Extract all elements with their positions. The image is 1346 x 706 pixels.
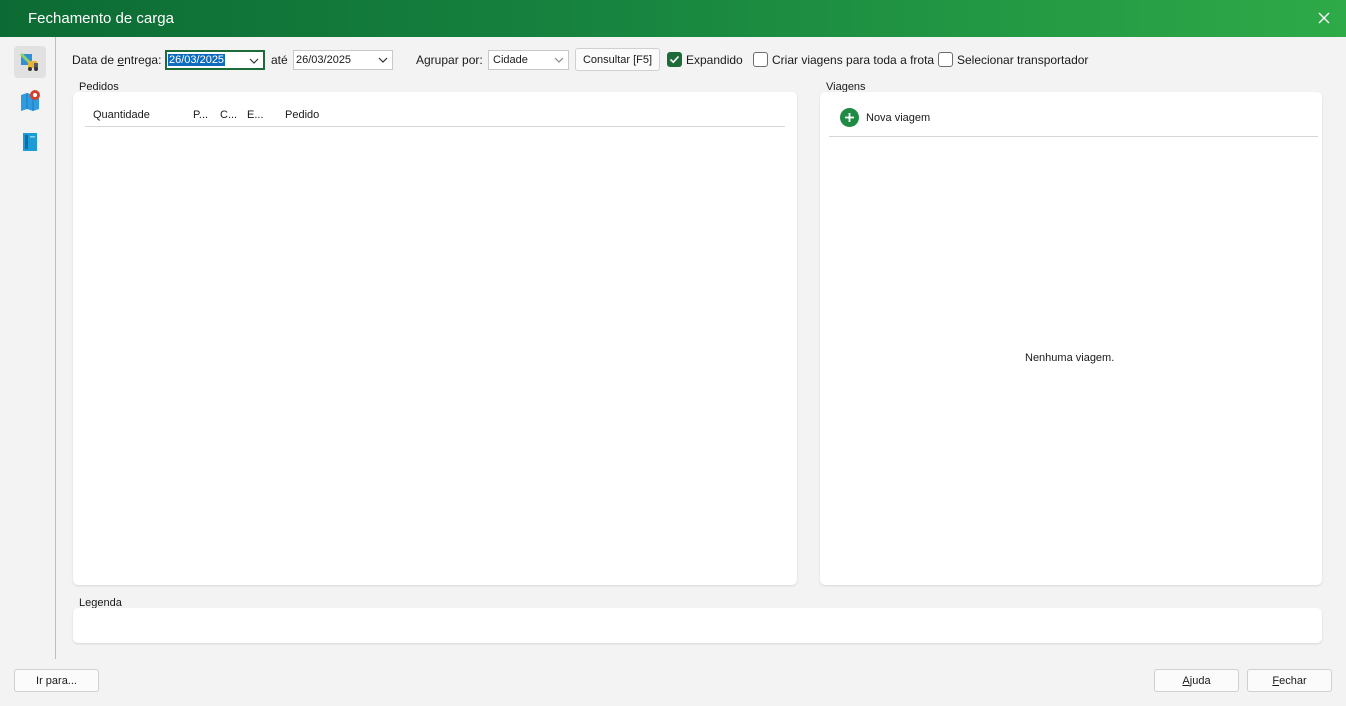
help-button[interactable]: Ajuda [1154, 669, 1239, 692]
fleet-trips-label[interactable]: Criar viagens para toda a frota [772, 53, 934, 67]
window-title: Fechamento de carga [28, 10, 174, 27]
column-header-order[interactable]: Pedido [285, 109, 319, 121]
group-by-select[interactable]: Cidade [488, 50, 569, 70]
close-button[interactable]: Fechar [1247, 669, 1332, 692]
map-pin-icon [21, 90, 40, 111]
trips-panel [820, 92, 1322, 585]
sidebar [0, 37, 56, 659]
select-carrier-label[interactable]: Selecionar transportador [957, 53, 1088, 67]
plus-icon [845, 113, 854, 122]
close-icon [1318, 12, 1330, 24]
expanded-checkbox[interactable] [667, 52, 682, 67]
chevron-down-icon [378, 57, 388, 63]
orders-header-divider [85, 126, 785, 127]
sidebar-item-load-closing[interactable] [14, 46, 46, 78]
expanded-label[interactable]: Expandido [686, 53, 743, 67]
close-window-button[interactable] [1312, 6, 1336, 30]
goto-button[interactable]: Ir para... [14, 669, 99, 692]
legend-panel [73, 608, 1322, 643]
sidebar-item-map[interactable] [14, 85, 46, 117]
title-bar: Fechamento de carga [0, 0, 1346, 37]
add-trip-button[interactable] [840, 108, 859, 127]
trips-header-divider [829, 136, 1318, 137]
new-trip-label[interactable]: Nova viagem [866, 112, 930, 124]
book-icon [23, 133, 37, 151]
until-label: até [271, 53, 288, 67]
date-from-value: 26/03/2025 [168, 54, 226, 66]
group-by-label: Agrupar por: [416, 53, 483, 67]
sidebar-item-book[interactable] [14, 126, 46, 158]
consult-button[interactable]: Consultar [F5] [575, 48, 660, 71]
column-header-c[interactable]: C... [220, 109, 237, 121]
group-by-value: Cidade [493, 54, 528, 66]
date-from-picker[interactable]: 26/03/2025 [165, 50, 265, 70]
column-header-e[interactable]: E... [247, 109, 264, 121]
truck-map-icon [19, 52, 38, 71]
select-carrier-checkbox[interactable] [938, 52, 953, 67]
checkmark-icon [669, 55, 680, 64]
date-to-value: 26/03/2025 [296, 54, 352, 66]
no-trips-text: Nenhuma viagem. [1025, 352, 1115, 364]
delivery-date-label: Data de entrega: [72, 53, 162, 67]
column-header-quantity[interactable]: Quantidade [93, 109, 150, 121]
chevron-down-icon [554, 57, 564, 63]
orders-panel [73, 92, 797, 585]
date-to-picker[interactable]: 26/03/2025 [293, 50, 393, 70]
fleet-trips-checkbox[interactable] [753, 52, 768, 67]
column-header-p[interactable]: P... [193, 109, 208, 121]
chevron-down-icon [249, 58, 259, 64]
